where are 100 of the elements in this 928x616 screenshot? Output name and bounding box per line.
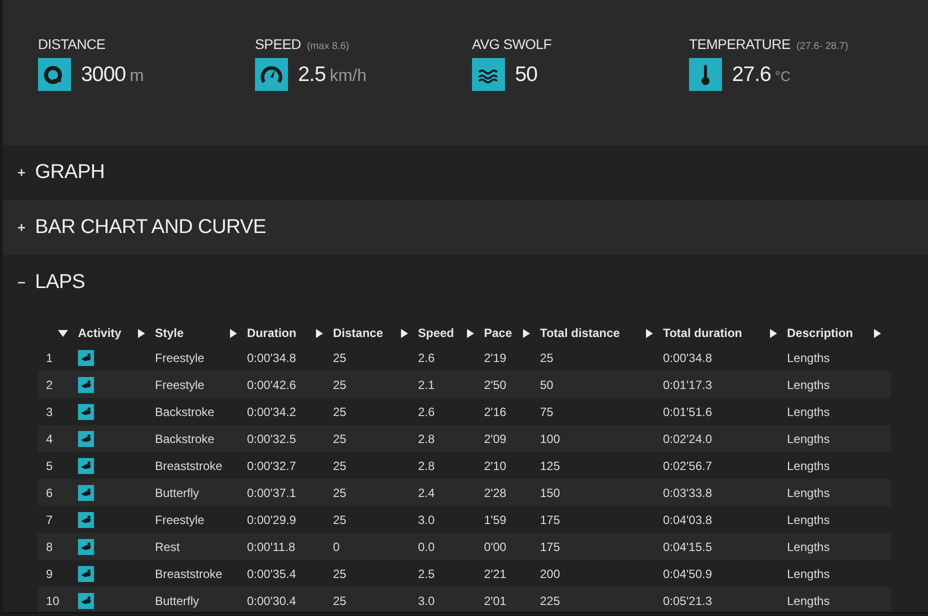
table-cell: Breaststroke (155, 458, 222, 472)
table-cell: 0:01'17.3 (663, 378, 712, 392)
row-number: 6 (45, 486, 53, 500)
section-title: LAPS (35, 271, 85, 294)
table-cell: 2'50 (484, 378, 506, 392)
column-header[interactable]: Total duration (663, 326, 742, 340)
table-cell: 2'19 (484, 350, 506, 364)
section-header[interactable]: LAPS (3, 255, 928, 310)
table-cell: 2'21 (484, 566, 506, 580)
table-cell: Lengths (787, 512, 830, 526)
stat-value: 50 (515, 62, 538, 86)
table-cell: 0:00'34.2 (247, 404, 296, 418)
row-number: 2 (45, 378, 53, 392)
stat-label: AVG SWOLF (472, 36, 552, 52)
table-cell: 0:00'34.8 (247, 350, 296, 364)
table-cell: Backstroke (155, 404, 214, 418)
table-cell: 225 (540, 594, 560, 608)
sort-right-icon[interactable] (523, 328, 530, 338)
row-number: 9 (45, 566, 53, 580)
table-cell: 2'01 (484, 594, 506, 608)
table-cell: Rest (155, 540, 180, 554)
table-cell: Lengths (787, 350, 830, 364)
table-cell: 200 (540, 566, 560, 580)
table-cell: 2'10 (484, 458, 506, 472)
table-cell: 0:02'24.0 (663, 432, 712, 446)
column-header[interactable]: Distance (333, 326, 384, 340)
section-header[interactable]: GRAPH (3, 145, 928, 200)
table-cell: 2.6 (418, 350, 435, 364)
sort-down-icon[interactable] (58, 330, 68, 336)
table-cell: 0:00'32.5 (247, 432, 296, 446)
table-cell: 25 (333, 458, 346, 472)
table-cell: 2'28 (484, 486, 506, 500)
table-cell: 2.6 (418, 404, 435, 418)
sort-right-icon[interactable] (874, 328, 881, 338)
table-cell: 0:00'11.8 (247, 540, 296, 554)
section-title: BAR CHART AND CURVE (35, 216, 266, 239)
sort-right-icon[interactable] (138, 328, 145, 338)
table-cell: 25 (333, 404, 346, 418)
table-cell: 2.1 (418, 378, 435, 392)
waves-icon (472, 58, 505, 91)
table-cell: Lengths (787, 404, 830, 418)
table-cell: 3.0 (418, 594, 435, 608)
stat-label: SPEED (255, 36, 301, 52)
stat-value: 3000 (81, 62, 126, 86)
table-cell: Butterfly (155, 486, 200, 500)
row-number: 7 (45, 512, 53, 526)
column-header[interactable]: Style (155, 326, 184, 340)
table-cell: 175 (540, 540, 560, 554)
table-cell: 0:05'21.3 (663, 594, 712, 608)
table-cell: 25 (333, 566, 346, 580)
table-cell: Lengths (787, 432, 830, 446)
row-number: 5 (45, 458, 53, 472)
table-cell: 0:00'35.4 (247, 566, 296, 580)
column-header[interactable]: Duration (247, 326, 296, 340)
section-header[interactable]: BAR CHART AND CURVE (3, 200, 928, 255)
table-cell: 0:00'34.8 (663, 350, 712, 364)
table-cell: 3.0 (418, 512, 435, 526)
column-header[interactable]: Speed (418, 326, 454, 340)
sort-right-icon[interactable] (401, 328, 408, 338)
table-cell: 25 (333, 432, 346, 446)
table-cell: 0:04'50.9 (663, 566, 712, 580)
table-cell: 2.5 (418, 566, 435, 580)
table-cell: Freestyle (155, 378, 204, 392)
table-cell: 175 (540, 512, 560, 526)
sort-right-icon[interactable] (467, 328, 474, 338)
sort-right-icon[interactable] (770, 328, 777, 338)
table-cell: 1'59 (484, 512, 506, 526)
stat-label: DISTANCE (38, 36, 106, 52)
sort-right-icon[interactable] (316, 328, 323, 338)
stat-note: (27.6- 28.7) (796, 41, 848, 52)
table-cell: 25 (333, 378, 346, 392)
stat-unit: °C (774, 68, 791, 84)
table-cell: 50 (540, 378, 554, 392)
table-cell: Lengths (787, 540, 830, 554)
table-cell: 25 (333, 350, 346, 364)
table-cell: 0.0 (418, 540, 435, 554)
table-cell: Backstroke (155, 432, 214, 446)
row-number: 3 (45, 404, 53, 418)
row-number: 1 (45, 350, 53, 364)
column-header[interactable]: Description (787, 326, 854, 340)
table-cell: Freestyle (155, 350, 204, 364)
column-header[interactable]: Pace (484, 326, 512, 340)
table-cell: 0:00'30.4 (247, 594, 296, 608)
stat-label: TEMPERATURE (689, 36, 790, 52)
column-header[interactable]: Activity (78, 326, 122, 340)
table-cell: 2.8 (418, 458, 435, 472)
sort-right-icon[interactable] (646, 328, 653, 338)
section-title: GRAPH (35, 161, 105, 184)
table-cell: 100 (540, 432, 560, 446)
column-header[interactable]: Total distance (540, 326, 620, 340)
stat-unit: km/h (330, 66, 367, 84)
table-cell: Lengths (787, 486, 830, 500)
row-number: 4 (45, 432, 53, 446)
table-cell: Lengths (787, 594, 830, 608)
table-cell: 0:00'29.9 (247, 512, 296, 526)
table-cell: 2'09 (484, 432, 506, 446)
row-number: 8 (45, 540, 53, 554)
table-cell: Breaststroke (155, 566, 222, 580)
table-cell: 25 (540, 350, 554, 364)
sort-right-icon[interactable] (230, 328, 237, 338)
